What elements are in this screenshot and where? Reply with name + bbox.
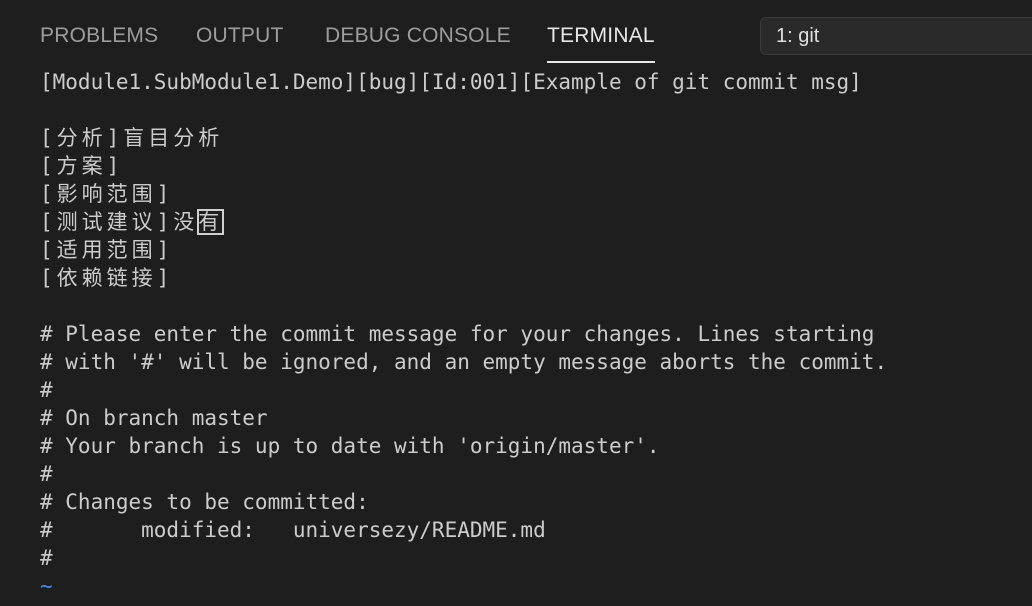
comment-line: # Please enter the commit message for yo… (40, 322, 875, 346)
comment-line: # modified: universezy/README.md (40, 518, 546, 542)
active-tab-indicator (547, 61, 655, 63)
test-suggestion-text: [测试建议]没 (40, 210, 199, 234)
terminal-selector-value: 1: git (776, 25, 820, 47)
scope-line: [适用范围] (40, 238, 174, 262)
dependency-line: [依赖链接] (40, 266, 174, 290)
tab-debug-console[interactable]: DEBUG CONSOLE (325, 24, 511, 48)
comment-line: # (40, 546, 53, 570)
empty-buffer-tilde: ~ (40, 574, 53, 598)
commit-header-line: [Module1.SubModule1.Demo][bug][Id:001][E… (40, 70, 862, 94)
test-suggestion-line: [测试建议]没有 (40, 208, 1032, 236)
terminal-output[interactable]: [Module1.SubModule1.Demo][bug][Id:001][E… (40, 68, 1032, 606)
comment-line: # (40, 462, 53, 486)
tab-problems[interactable]: PROBLEMS (40, 24, 158, 48)
comment-line: # On branch master (40, 406, 268, 430)
comment-line: # with '#' will be ignored, and an empty… (40, 350, 888, 374)
tab-output[interactable]: OUTPUT (196, 24, 284, 48)
analysis-line: [分析]盲目分析 (40, 126, 224, 150)
comment-line: # Your branch is up to date with 'origin… (40, 434, 660, 458)
panel-header: PROBLEMS OUTPUT DEBUG CONSOLE TERMINAL 1… (0, 0, 1032, 64)
plan-line: [方案] (40, 154, 124, 178)
terminal-selector-dropdown[interactable]: 1: git (760, 17, 1032, 55)
comment-line: # (40, 378, 53, 402)
text-cursor: 有 (197, 209, 225, 235)
comment-line: # Changes to be committed: (40, 490, 369, 514)
tab-terminal-label: TERMINAL (547, 24, 655, 47)
tab-terminal[interactable]: TERMINAL (547, 24, 655, 63)
impact-line: [影响范围] (40, 182, 174, 206)
